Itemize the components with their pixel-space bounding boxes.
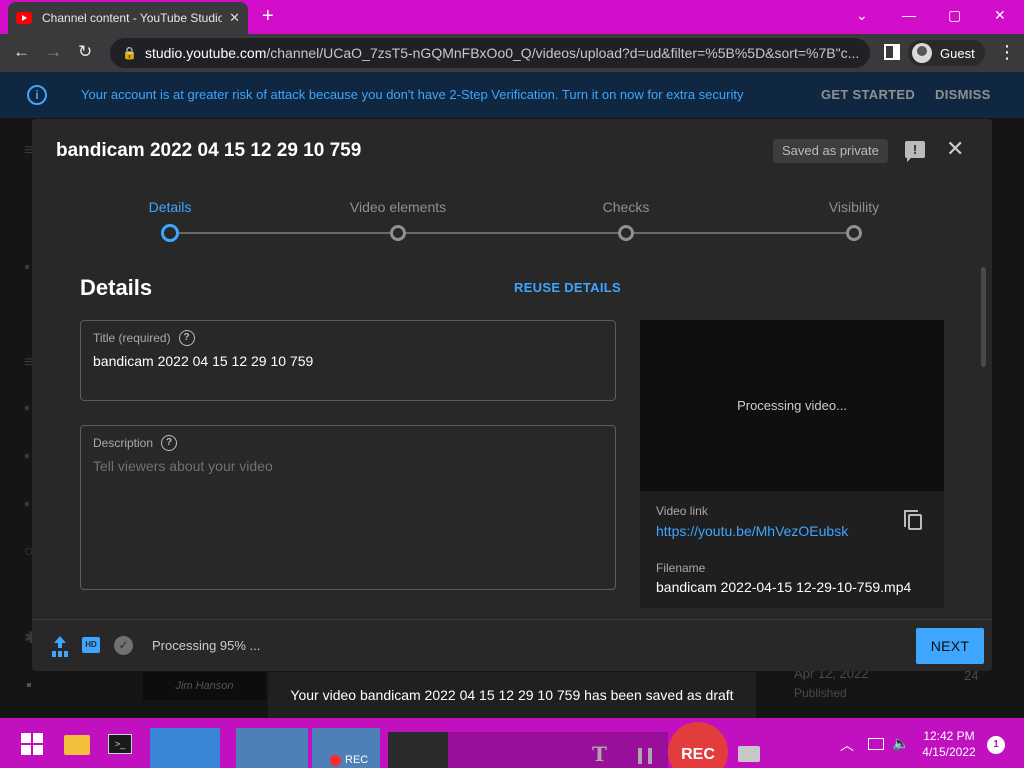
minimize-button[interactable]: — bbox=[902, 7, 916, 23]
processing-status: Processing 95% ... bbox=[152, 638, 261, 653]
profile-button[interactable]: Guest bbox=[908, 40, 985, 66]
notification-badge[interactable]: 1 bbox=[987, 736, 1005, 754]
step-checks[interactable]: Checks bbox=[546, 199, 706, 215]
url-host: studio.youtube.com bbox=[144, 45, 267, 61]
step-checks-dot[interactable] bbox=[618, 225, 634, 241]
maximize-button[interactable]: ▢ bbox=[948, 7, 961, 24]
description-placeholder[interactable]: Tell viewers about your video bbox=[93, 458, 273, 474]
step-details-dot[interactable] bbox=[161, 224, 179, 242]
terminal-icon[interactable]: >_ bbox=[108, 734, 132, 754]
info-icon: i bbox=[27, 85, 47, 105]
banner-message: Your account is at greater risk of attac… bbox=[81, 87, 744, 102]
step-video-elements[interactable]: Video elements bbox=[318, 199, 478, 215]
step-visibility-dot[interactable] bbox=[846, 225, 862, 241]
clock-time: 12:42 PM bbox=[923, 729, 975, 743]
dialog-title: bandicam 2022 04 15 12 29 10 759 bbox=[56, 140, 362, 161]
filename-label: Filename bbox=[656, 561, 706, 575]
description-field[interactable]: Description ? Tell viewers about your vi… bbox=[80, 425, 616, 590]
title-field[interactable]: Title (required) ? bandicam 2022 04 15 1… bbox=[80, 320, 616, 401]
back-button[interactable]: ← bbox=[13, 43, 30, 61]
forward-button[interactable]: → bbox=[45, 43, 62, 61]
filename-value: bandicam 2022-04-15 12-29-10-759.mp4 bbox=[656, 579, 912, 595]
recording-label: REC bbox=[345, 754, 369, 766]
step-video-elements-dot[interactable] bbox=[390, 225, 406, 241]
step-details[interactable]: Details bbox=[90, 199, 250, 215]
system-clock[interactable]: 12:42 PM 4/15/2022 bbox=[914, 728, 984, 760]
taskbar-app-camera[interactable] bbox=[236, 728, 308, 768]
title-input-value[interactable]: bandicam 2022 04 15 12 29 10 759 bbox=[93, 353, 313, 369]
upload-status-icon[interactable] bbox=[52, 636, 68, 654]
profile-label: Guest bbox=[940, 45, 975, 61]
reload-button[interactable]: ↻ bbox=[78, 43, 92, 61]
screenshot-camera-icon[interactable] bbox=[738, 746, 760, 762]
sidebar-feedback-icon: ▪ bbox=[26, 677, 32, 694]
sidebar-analytics-icon: ▪ bbox=[24, 400, 30, 417]
tab-search-icon[interactable]: ⌄ bbox=[856, 7, 868, 24]
copy-link-icon[interactable] bbox=[904, 510, 922, 530]
taskbar-app-browser[interactable] bbox=[150, 728, 220, 768]
description-field-label: Description ? bbox=[93, 435, 178, 451]
checks-status-icon[interactable]: ✓ bbox=[114, 636, 133, 655]
bandicam-toolbar bbox=[448, 732, 668, 768]
lock-icon[interactable]: 🔒 bbox=[122, 46, 137, 60]
youtube-favicon-icon bbox=[16, 12, 32, 24]
title-field-label: Title (required) ? bbox=[93, 330, 195, 346]
backdrop-video-status: Published bbox=[794, 686, 847, 700]
video-preview: Processing video... bbox=[640, 320, 944, 491]
recording-dot-icon bbox=[330, 754, 341, 766]
browser-tabstrip: Channel content - YouTube Studio ✕ + ⌄ —… bbox=[0, 0, 1024, 34]
guest-avatar-icon bbox=[912, 43, 932, 63]
next-button[interactable]: NEXT bbox=[916, 628, 984, 664]
security-banner: i Your account is at greater risk of att… bbox=[0, 72, 1024, 118]
saved-status-chip: Saved as private bbox=[773, 139, 888, 163]
dialog-scrollbar[interactable] bbox=[981, 267, 986, 367]
address-bar[interactable]: 🔒 studio.youtube.com/channel/UCaO_7zsT5-… bbox=[110, 38, 870, 68]
text-tool-icon[interactable]: T bbox=[592, 742, 607, 766]
tray-volume-icon[interactable]: 🔈 bbox=[892, 735, 909, 752]
file-explorer-icon[interactable] bbox=[64, 735, 90, 755]
backdrop-video-thumbnail: Jim Hanson bbox=[143, 672, 266, 700]
reuse-details-button[interactable]: REUSE DETAILS bbox=[514, 280, 621, 295]
stepper-track bbox=[170, 232, 854, 234]
video-preview-card: Processing video... Video link https://y… bbox=[640, 320, 944, 608]
title-label-text: Title (required) bbox=[93, 331, 171, 345]
dismiss-button[interactable]: DISMISS bbox=[935, 87, 991, 102]
upload-details-dialog: bandicam 2022 04 15 12 29 10 759 Saved a… bbox=[32, 119, 992, 671]
sidebar-dashboard-icon: ▪ bbox=[24, 259, 30, 276]
url-text: studio.youtube.com/channel/UCaO_7zsT5-nG… bbox=[145, 45, 859, 61]
window-close-button[interactable]: ✕ bbox=[994, 7, 1006, 24]
url-path: /channel/UCaO_7zsT5-nGQMnFBxOo0_Q/videos… bbox=[266, 45, 860, 61]
side-panel-icon[interactable] bbox=[884, 44, 900, 60]
clock-date: 4/15/2022 bbox=[922, 745, 976, 759]
recording-indicator: REC bbox=[330, 754, 368, 766]
description-help-icon[interactable]: ? bbox=[161, 435, 178, 451]
sidebar-subtitles-icon: ▪ bbox=[24, 496, 30, 513]
pause-icon[interactable] bbox=[638, 748, 652, 764]
step-visibility[interactable]: Visibility bbox=[774, 199, 934, 215]
browser-menu-icon[interactable]: ⋮ bbox=[998, 43, 1016, 61]
new-tab-button[interactable]: + bbox=[262, 6, 274, 26]
bandicam-toolbar-left bbox=[388, 732, 448, 768]
browser-toolbar: ← → ↻ 🔒 studio.youtube.com/channel/UCaO_… bbox=[0, 34, 1024, 72]
processing-video-text: Processing video... bbox=[737, 398, 847, 413]
get-started-button[interactable]: GET STARTED bbox=[821, 87, 915, 102]
tray-chevron-icon[interactable]: ︿ bbox=[840, 735, 854, 755]
video-link-label: Video link bbox=[656, 504, 708, 518]
feedback-icon[interactable]: ! bbox=[905, 141, 925, 162]
windows-start-icon[interactable] bbox=[21, 733, 43, 755]
section-heading: Details bbox=[80, 275, 153, 300]
dialog-footer: HD ✓ Processing 95% ... NEXT bbox=[32, 619, 992, 671]
browser-tab-youtube-studio[interactable]: Channel content - YouTube Studio ✕ bbox=[8, 2, 248, 34]
title-help-icon[interactable]: ? bbox=[178, 330, 195, 346]
description-label-text: Description bbox=[93, 436, 154, 450]
tab-title: Channel content - YouTube Studio bbox=[42, 11, 222, 25]
sidebar-comments-icon: ▪ bbox=[24, 448, 30, 465]
hd-processing-icon[interactable]: HD bbox=[82, 637, 100, 653]
tab-close-icon[interactable]: ✕ bbox=[229, 10, 240, 26]
video-link[interactable]: https://youtu.be/MhVezOEubsk bbox=[656, 523, 848, 539]
tray-network-icon[interactable] bbox=[868, 738, 884, 750]
draft-saved-toast: Your video bandicam 2022 04 15 12 29 10 … bbox=[268, 672, 756, 718]
close-dialog-icon[interactable]: ✕ bbox=[946, 137, 964, 161]
